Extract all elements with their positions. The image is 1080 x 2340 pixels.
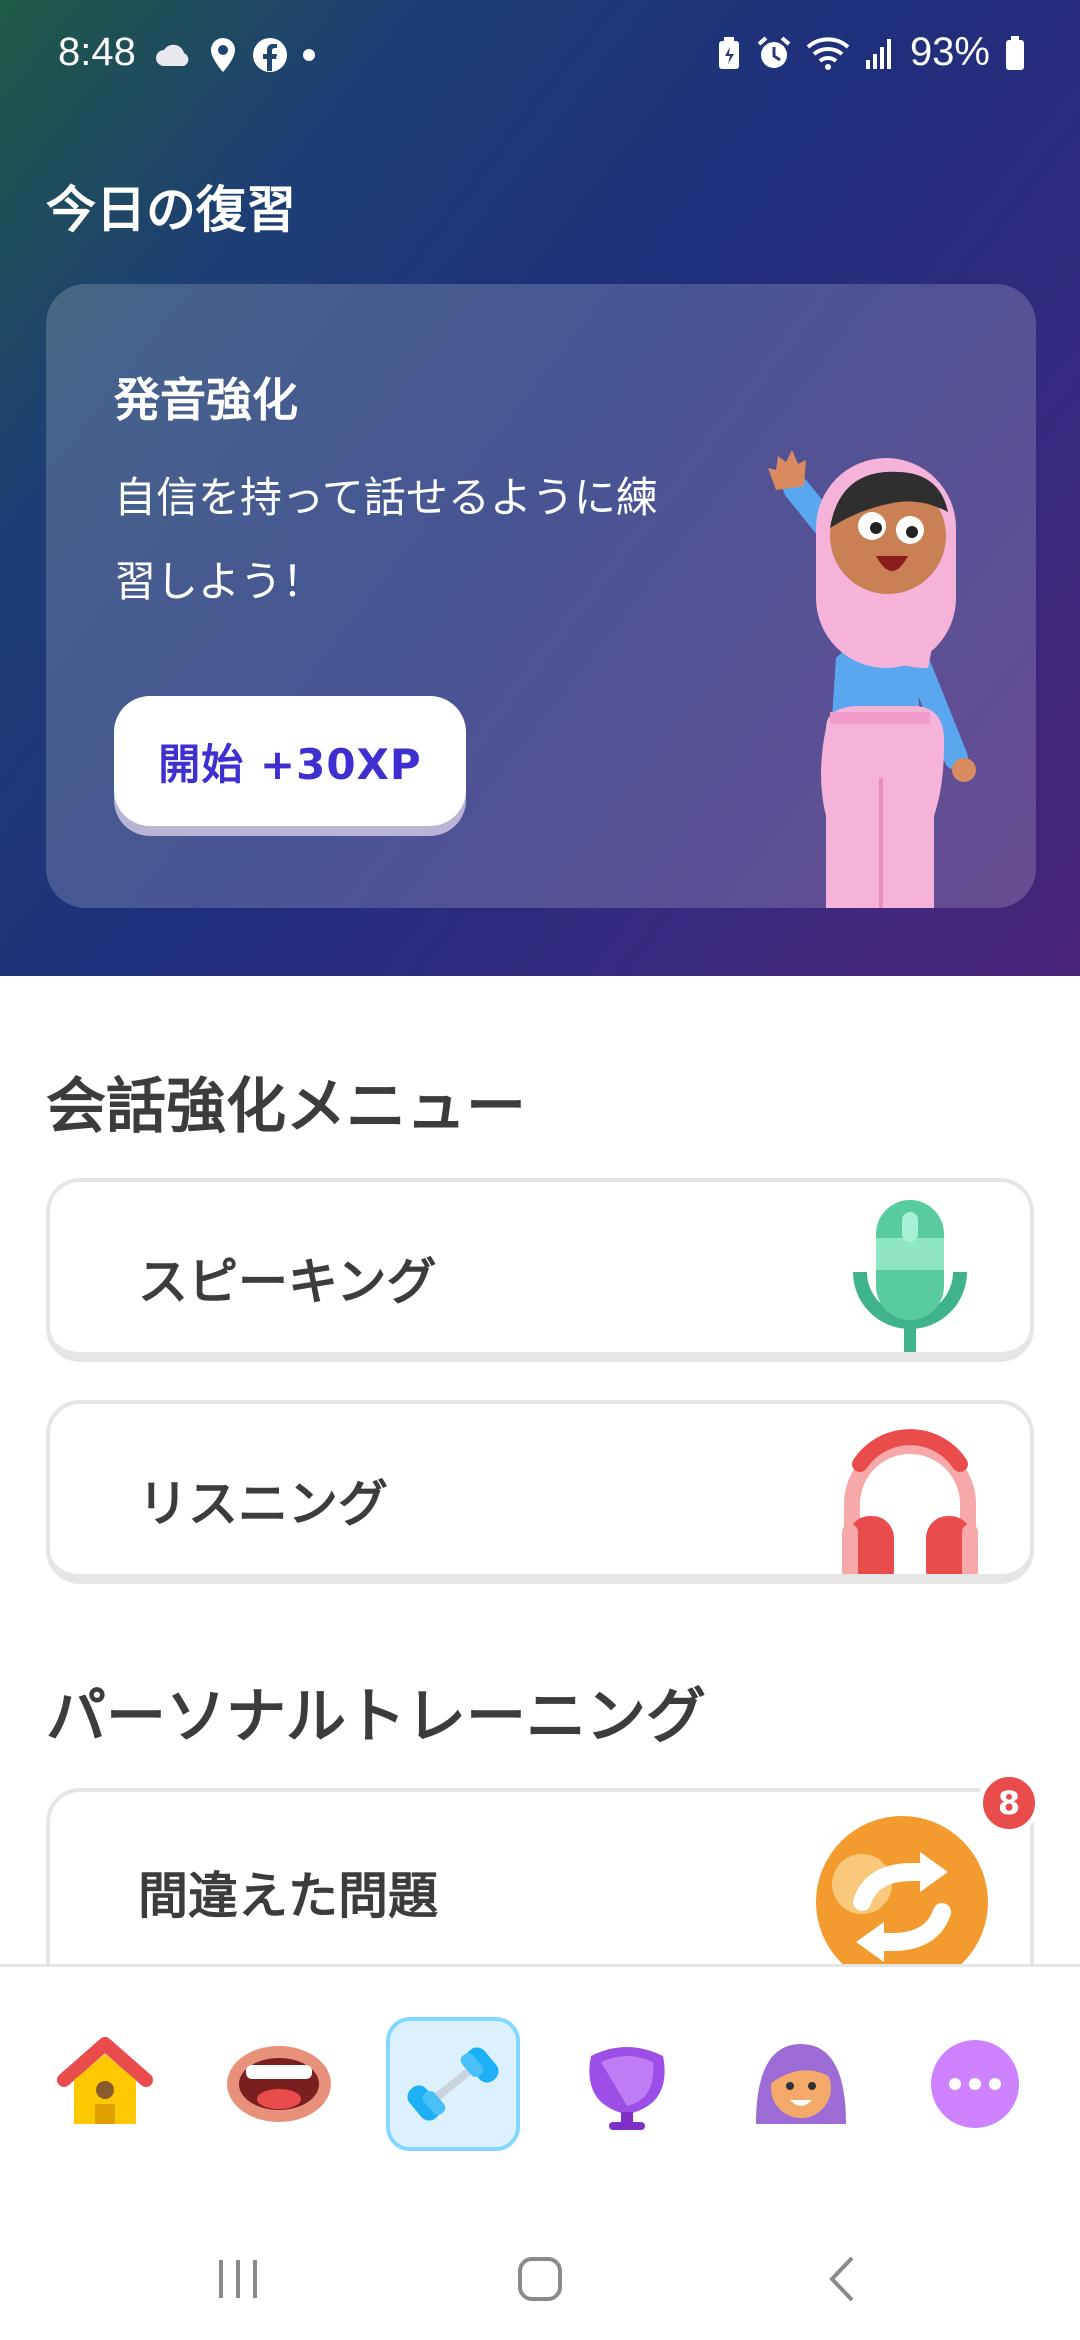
microphone-icon <box>853 1200 967 1352</box>
alarm-icon <box>757 35 791 68</box>
headphones-icon <box>842 1429 978 1574</box>
start-button[interactable]: 開始 +30XP <box>114 696 466 826</box>
conversation-menu-title: 会話強化メニュー <box>46 1072 526 1142</box>
listening-label: リスニング <box>138 1475 388 1533</box>
review-card-description: 自信を持って話せるように練習しよう！ <box>114 473 658 606</box>
facebook-icon <box>253 38 287 72</box>
status-time: 8:48 <box>58 30 136 74</box>
notification-dot-icon <box>303 49 315 61</box>
more-icon <box>931 2040 1019 2128</box>
review-hero: 8:48 93% 今日の復習 発音強化 自信を持って話せるように練習しよう！ 開… <box>0 0 1080 976</box>
status-left-icons <box>154 36 316 74</box>
location-pin-icon <box>211 38 235 72</box>
tab-home[interactable] <box>38 2017 172 2151</box>
recent-apps-button[interactable] <box>198 2244 278 2314</box>
signal-icon <box>865 38 891 69</box>
battery-saver-icon <box>718 36 739 69</box>
tab-profile[interactable] <box>734 2017 868 2151</box>
bottom-tab-bar <box>0 1964 1080 2214</box>
character-illustration-icon <box>768 450 976 908</box>
listening-card[interactable]: リスニング <box>46 1400 1034 1584</box>
profile-icon <box>756 2044 846 2124</box>
speaking-card[interactable]: スピーキング <box>46 1178 1034 1362</box>
shield-icon <box>589 2047 665 2130</box>
mouth-icon <box>227 2046 331 2122</box>
speaking-label: スピーキング <box>138 1253 437 1311</box>
back-chevron-icon <box>829 2256 854 2302</box>
system-navigation-bar <box>0 2214 1080 2340</box>
home-icon <box>57 2037 153 2124</box>
wifi-icon <box>806 36 850 70</box>
tab-speaking[interactable] <box>212 2017 346 2151</box>
dumbbell-icon <box>407 2047 499 2121</box>
tab-more[interactable] <box>908 2017 1042 2151</box>
tab-leagues[interactable] <box>560 2017 694 2151</box>
recent-apps-icon <box>219 2260 257 2298</box>
review-card-title: 発音強化 <box>114 373 298 427</box>
mistakes-label: 間違えた問題 <box>138 1867 438 1925</box>
tab-practice[interactable] <box>386 2017 520 2151</box>
battery-icon <box>1006 35 1024 70</box>
pronunciation-review-card[interactable]: 発音強化 自信を持って話せるように練習しよう！ 開始 +30XP <box>46 284 1036 908</box>
mistakes-count-badge: 8 <box>978 1772 1040 1834</box>
status-bar: 8:48 93% <box>0 0 1080 116</box>
home-square-icon <box>518 2257 562 2301</box>
back-button[interactable] <box>802 2244 882 2314</box>
home-button[interactable] <box>500 2244 580 2314</box>
cloud-icon <box>156 44 189 66</box>
todays-review-title: 今日の復習 <box>46 181 296 239</box>
personal-training-title: パーソナルトレーニング <box>46 1682 706 1752</box>
battery-percentage: 93% <box>909 30 990 74</box>
status-right: 93% <box>716 30 1026 75</box>
